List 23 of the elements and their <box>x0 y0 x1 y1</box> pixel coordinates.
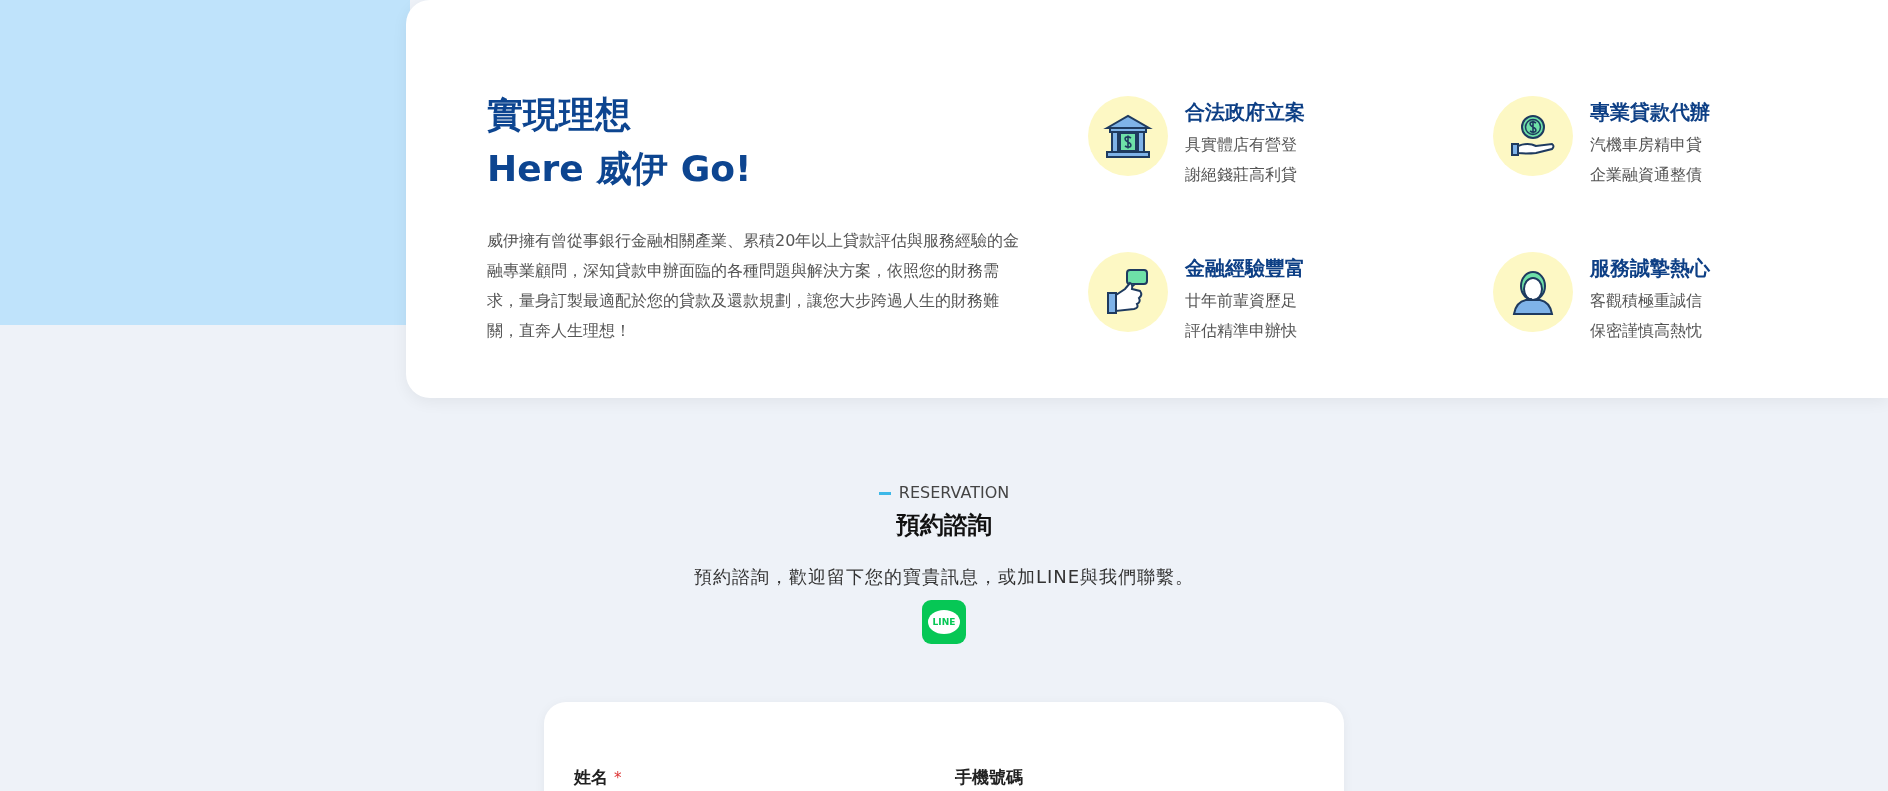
feature-title: 專業貸款代辦 <box>1590 99 1710 126</box>
feature-text: 謝絕錢莊高利貸 <box>1185 164 1298 186</box>
section-eyebrow: RESERVATION <box>898 482 1010 504</box>
feature-text: 客觀積極重誠信 <box>1590 290 1703 312</box>
section-title: 預約諮詢 <box>896 510 992 541</box>
intro-heading: 實現理想 <box>487 93 632 137</box>
feature-title: 合法政府立案 <box>1185 99 1305 126</box>
line-app-link[interactable]: LINE <box>922 600 966 644</box>
feature-title: 金融經驗豐富 <box>1185 255 1305 282</box>
feature-text: 廿年前輩資歷足 <box>1185 290 1298 312</box>
field-label: 手機號碼 <box>955 766 1023 789</box>
feature-text: 汽機車房精申貸 <box>1590 134 1703 156</box>
section-subtitle: 預約諮詢，歡迎留下您的寶貴訊息，或加LINE與我們聯繫。 <box>693 565 1195 589</box>
feature-text: 保密謹慎高熱忱 <box>1590 320 1703 342</box>
accent-dash <box>878 491 891 495</box>
intro-heading-slogan: Here 威伊 Go! <box>487 147 753 191</box>
intro-description: 威伊擁有曾從事銀行金融相關產業、累積20年以上貸款評估與服務經驗的金融專業顧問，深知貸款申辦面臨的各種問題與解決方案，依照您的財務需求，量身訂製最適配於您的貸款及還款規劃，讓您大步跨過人生的財務難關，直奔人生理想！ <box>487 230 1021 342</box>
feature-text: 評估精準申辦快 <box>1185 320 1298 342</box>
feature-text: 企業融資通整債 <box>1590 164 1703 186</box>
field-label: 姓名 <box>574 766 608 789</box>
required-mark: * <box>614 769 622 787</box>
feature-text: 具實體店有營登 <box>1185 134 1298 156</box>
feature-title: 服務誠摯熱心 <box>1590 255 1710 282</box>
